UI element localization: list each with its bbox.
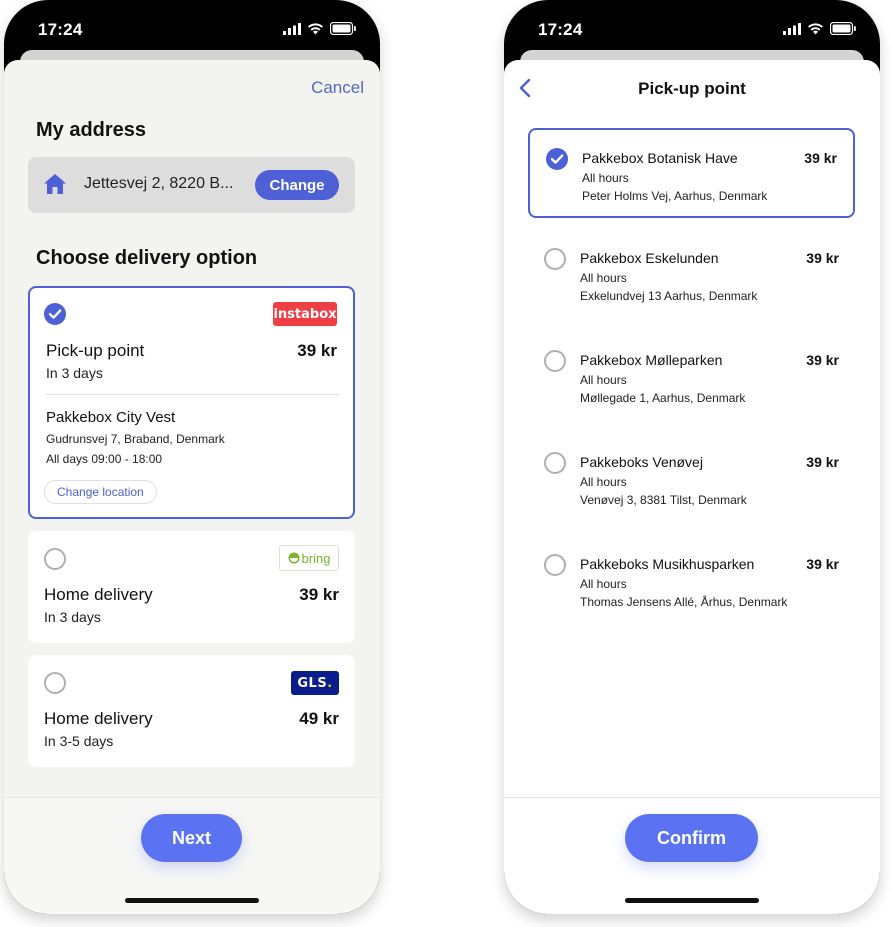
- bring-mark-icon: [288, 552, 300, 564]
- confirm-button[interactable]: Confirm: [625, 814, 758, 862]
- battery-icon: [330, 22, 356, 35]
- option-title: Home delivery: [44, 585, 153, 604]
- radio-unselected-icon[interactable]: [44, 672, 66, 694]
- radio-selected-icon[interactable]: [44, 303, 66, 325]
- pickup-point-item[interactable]: Pakkebox Mølleparken 39 kr All hours Møl…: [528, 332, 855, 422]
- radio-unselected-icon[interactable]: [544, 350, 566, 372]
- option-title: Pick-up point: [46, 341, 145, 360]
- option-price: 39 kr: [297, 341, 337, 360]
- status-icons: [283, 22, 356, 35]
- pickup-point-address: Peter Holms Vej, Aarhus, Denmark: [582, 189, 768, 203]
- signal-icon: [783, 22, 801, 35]
- signal-icon: [283, 22, 301, 35]
- status-icons: [783, 22, 856, 35]
- home-indicator: [125, 898, 259, 903]
- pickup-point-item[interactable]: Pakkeboks Musikhusparken 39 kr All hours…: [528, 536, 855, 626]
- radio-unselected-icon[interactable]: [544, 452, 566, 474]
- pickup-name: Pakkebox City Vest: [46, 409, 176, 426]
- pickup-point-address: Exkelundvej 13 Aarhus, Denmark: [580, 289, 758, 303]
- change-location-button[interactable]: Change location: [44, 480, 157, 504]
- bottom-action-bar: Confirm: [504, 797, 880, 914]
- option-divider: [46, 394, 339, 395]
- pickup-point-phone: 17:24 Pick-up point Pakkebox Botanisk Ha…: [504, 0, 880, 914]
- status-time: 17:24: [38, 20, 83, 39]
- radio-unselected-icon[interactable]: [44, 548, 66, 570]
- pickup-point-address: Thomas Jensens Allé, Århus, Denmark: [580, 595, 788, 609]
- delivery-option-pickup[interactable]: instabox Pick-up point 39 kr In 3 days P…: [28, 286, 355, 519]
- pickup-point-price: 39 kr: [806, 250, 839, 266]
- home-indicator: [625, 898, 759, 903]
- pickup-point-price: 39 kr: [806, 556, 839, 572]
- delivery-option-home-bring[interactable]: bring Home delivery 39 kr In 3 days: [28, 531, 355, 643]
- option-price: 49 kr: [299, 709, 339, 728]
- pickup-sheet: Pick-up point Pakkebox Botanisk Have 39 …: [504, 60, 880, 914]
- pickup-point-name: Pakkebox Eskelunden: [580, 250, 719, 266]
- pickup-point-hours: All hours: [580, 373, 627, 387]
- bottom-action-bar: Next: [4, 797, 380, 914]
- home-icon: [44, 174, 66, 194]
- instabox-logo: instabox: [273, 302, 337, 326]
- pickup-point-hours: All hours: [582, 171, 629, 185]
- option-price: 39 kr: [299, 585, 339, 604]
- radio-selected-icon[interactable]: [546, 148, 568, 170]
- pickup-point-item[interactable]: Pakkebox Botanisk Have 39 kr All hours P…: [528, 128, 855, 218]
- bring-logo-text: bring: [301, 550, 331, 566]
- pickup-point-item[interactable]: Pakkebox Eskelunden 39 kr All hours Exke…: [528, 230, 855, 320]
- pickup-point-price: 39 kr: [806, 454, 839, 470]
- wifi-icon: [308, 22, 323, 34]
- bring-logo: bring: [279, 545, 339, 571]
- gls-logo: GLS.: [291, 671, 339, 695]
- page-title: Pick-up point: [638, 79, 746, 98]
- pickup-point-address: Møllegade 1, Aarhus, Denmark: [580, 391, 746, 405]
- status-time: 17:24: [538, 20, 583, 39]
- pickup-hours: All days 09:00 - 18:00: [46, 452, 163, 466]
- pickup-point-name: Pakkebox Botanisk Have: [582, 150, 738, 166]
- wifi-icon: [808, 22, 823, 34]
- gls-logo-dot: .: [327, 675, 333, 691]
- pickup-point-hours: All hours: [580, 577, 627, 591]
- option-eta: In 3 days: [46, 365, 103, 381]
- address-field: Jettesvej 2, 8220 B... Change: [28, 157, 355, 213]
- cancel-button[interactable]: Cancel: [311, 78, 364, 98]
- battery-icon: [830, 22, 856, 35]
- radio-unselected-icon[interactable]: [544, 554, 566, 576]
- pickup-address: Gudrunsvej 7, Braband, Denmark: [46, 432, 225, 446]
- pickup-point-name: Pakkeboks Musikhusparken: [580, 556, 755, 572]
- option-eta: In 3-5 days: [44, 733, 114, 749]
- address-value: Jettesvej 2, 8220 B...: [84, 175, 234, 192]
- pickup-point-address: Venøvej 3, 8381 Tilst, Denmark: [580, 493, 747, 507]
- delivery-options-phone: 17:24 Cancel My address Jettesvej 2, 822…: [4, 0, 380, 914]
- pickup-point-price: 39 kr: [804, 150, 837, 166]
- option-eta: In 3 days: [44, 609, 101, 625]
- delivery-sheet: Cancel My address Jettesvej 2, 8220 B...…: [4, 60, 380, 914]
- change-address-button[interactable]: Change: [255, 170, 339, 200]
- pickup-point-name: Pakkeboks Venøvej: [580, 454, 703, 470]
- delivery-option-home-gls[interactable]: GLS. Home delivery 49 kr In 3-5 days: [28, 655, 355, 767]
- address-heading: My address: [36, 119, 147, 141]
- pickup-point-price: 39 kr: [806, 352, 839, 368]
- pickup-point-name: Pakkebox Mølleparken: [580, 352, 723, 368]
- next-button[interactable]: Next: [141, 814, 242, 862]
- delivery-options-heading: Choose delivery option: [36, 247, 258, 269]
- pickup-point-hours: All hours: [580, 475, 627, 489]
- pickup-point-hours: All hours: [580, 271, 627, 285]
- option-title: Home delivery: [44, 709, 153, 728]
- radio-unselected-icon[interactable]: [544, 248, 566, 270]
- pickup-point-item[interactable]: Pakkeboks Venøvej 39 kr All hours Venøve…: [528, 434, 855, 524]
